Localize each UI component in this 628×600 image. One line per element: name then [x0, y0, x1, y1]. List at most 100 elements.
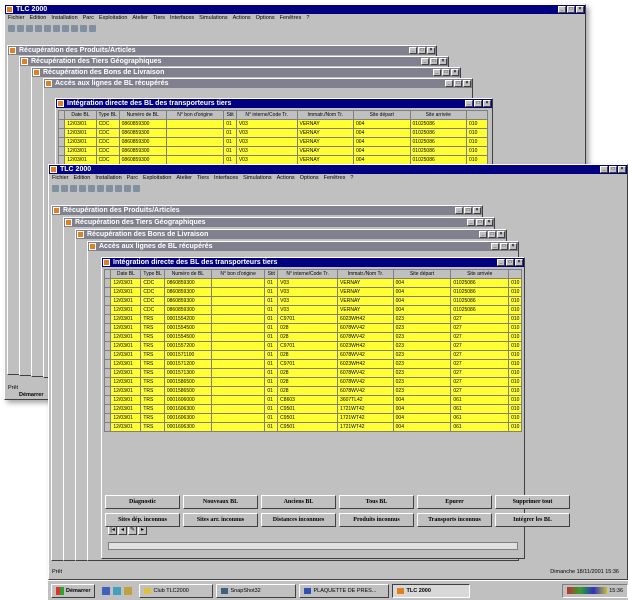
sites-dep-inconnus-button[interactable]: Sites dép. inconnus: [105, 513, 180, 527]
tool-icon[interactable]: [44, 24, 51, 32]
table-cell[interactable]: V03: [277, 287, 339, 297]
prev-record-button[interactable]: ◂: [118, 526, 127, 535]
menu-fichier[interactable]: Fichier: [8, 15, 25, 21]
table-cell[interactable]: 028: [277, 386, 339, 396]
table-cell[interactable]: 004: [392, 296, 452, 306]
table-cell[interactable]: 3607TL42: [337, 395, 394, 405]
table-cell[interactable]: 010: [508, 368, 522, 378]
table-cell[interactable]: TRS: [140, 386, 165, 396]
table-cell[interactable]: 010: [466, 146, 488, 156]
table-cell[interactable]: 0001554500: [163, 332, 212, 342]
tool-icon[interactable]: [115, 184, 122, 192]
menu-tiers[interactable]: Tiers: [197, 175, 209, 181]
table-cell[interactable]: 01: [264, 422, 279, 432]
table-row[interactable]: 12/03/01 CDC 0860859300 01 V03 VERNAY 004 01025…: [103, 305, 522, 315]
minimize-button[interactable]: _: [558, 6, 566, 13]
table-cell[interactable]: TRS: [140, 413, 165, 423]
maximize-button[interactable]: □: [609, 166, 617, 173]
nouveaux-bl-button[interactable]: Nouveaux BL: [183, 495, 258, 509]
tool-icon[interactable]: [133, 184, 140, 192]
table-cell[interactable]: 010: [508, 341, 522, 351]
col-type[interactable]: Type BL: [95, 110, 120, 120]
close-button[interactable]: ×: [618, 166, 626, 173]
table-cell[interactable]: 6023WH42: [337, 341, 394, 351]
table-cell[interactable]: C9501: [277, 413, 339, 423]
table-cell[interactable]: 010: [466, 128, 488, 138]
col-numero[interactable]: Numéro de BL: [118, 110, 167, 120]
table-cell[interactable]: [165, 128, 225, 138]
table-cell[interactable]: 023: [392, 350, 452, 360]
table-cell[interactable]: TRS: [140, 314, 165, 324]
table-cell[interactable]: 0860859300: [163, 278, 212, 288]
table-cell[interactable]: CDC: [95, 119, 120, 129]
col-numero[interactable]: Numéro de BL: [163, 269, 212, 279]
table-cell[interactable]: 010: [508, 296, 522, 306]
table-cell[interactable]: 0001606000: [163, 395, 212, 405]
table-cell[interactable]: 01: [264, 350, 279, 360]
table-cell[interactable]: 01: [223, 119, 237, 129]
table-cell[interactable]: 12/03/01: [110, 422, 142, 432]
table-cell[interactable]: 023: [392, 323, 452, 333]
table-cell[interactable]: 027: [450, 377, 510, 387]
maximize-button[interactable]: □: [567, 6, 575, 13]
menu-actions[interactable]: Actions: [233, 15, 251, 21]
table-cell[interactable]: 0001586500: [163, 386, 212, 396]
menu-atelier[interactable]: Atelier: [176, 175, 192, 181]
table-cell[interactable]: 12/03/01: [110, 359, 142, 369]
table-cell[interactable]: 061: [450, 413, 510, 423]
table-cell[interactable]: 6078WV42: [337, 332, 394, 342]
table-cell[interactable]: 6078WV42: [337, 368, 394, 378]
table-cell[interactable]: 010: [508, 422, 522, 432]
table-cell[interactable]: 010: [508, 386, 522, 396]
table-cell[interactable]: 0860859300: [163, 296, 212, 306]
tool-icon[interactable]: [124, 184, 131, 192]
table-cell[interactable]: 023: [392, 359, 452, 369]
table-cell[interactable]: 004: [392, 404, 452, 414]
quicklaunch-icon[interactable]: [113, 586, 122, 595]
tool-icon[interactable]: [80, 24, 87, 32]
table-row[interactable]: 12/03/01 CDC 0860859300 01 V03 VERNAY 004 01025…: [57, 128, 488, 138]
table-cell[interactable]: 01025086: [450, 305, 510, 315]
tool-icon[interactable]: [17, 24, 24, 32]
table-cell[interactable]: 027: [450, 386, 510, 396]
table-row[interactable]: 12/03/01 CDC 0860859300 01 V03 VERNAY 004 01025…: [103, 287, 522, 297]
table-cell[interactable]: 12/03/01: [110, 296, 142, 306]
table-cell[interactable]: 01025086: [409, 137, 468, 147]
sites-arr-inconnus-button[interactable]: Sites arr. inconnus: [183, 513, 258, 527]
table-cell[interactable]: 12/03/01: [110, 413, 142, 423]
table-cell[interactable]: CDC: [140, 287, 165, 297]
diagnostic-button[interactable]: Diagnostic: [105, 495, 180, 509]
table-cell[interactable]: [210, 350, 266, 360]
col-interne[interactable]: N° interne/Code Tr.: [277, 269, 339, 279]
table-cell[interactable]: [210, 332, 266, 342]
table-cell[interactable]: 027: [450, 323, 510, 333]
table-row[interactable]: 12/03/01 CDC 0860859300 01 V03 VERNAY 004 01025…: [57, 119, 488, 129]
table-cell[interactable]: VERNAY: [296, 137, 355, 147]
table-cell[interactable]: 010: [466, 137, 488, 147]
table-cell[interactable]: V03: [277, 278, 339, 288]
table-cell[interactable]: 12/03/01: [110, 278, 142, 288]
table-cell[interactable]: 0860859300: [118, 146, 167, 156]
table-cell[interactable]: 12/03/01: [110, 386, 142, 396]
col-arrivee[interactable]: Site arrivée: [409, 110, 468, 120]
table-cell[interactable]: 6078WV42: [337, 377, 394, 387]
table-cell[interactable]: 027: [450, 350, 510, 360]
menu-options[interactable]: Options: [300, 175, 319, 181]
table-row[interactable]: 12/03/01 TRS 0001606300 01 C9501 1721WT42 004 0…: [103, 404, 522, 414]
table-cell[interactable]: V03: [235, 137, 298, 147]
col-origine[interactable]: N° bon d'origine: [210, 269, 266, 279]
table-cell[interactable]: 010: [508, 332, 522, 342]
table-cell[interactable]: VERNAY: [296, 128, 355, 138]
table-cell[interactable]: 027: [450, 314, 510, 324]
next-record-button[interactable]: ▸: [138, 526, 147, 535]
table-row[interactable]: 12/03/01 TRS 0001557200 01 C9701 6023WH42 023 0…: [103, 341, 522, 351]
table-cell[interactable]: 12/03/01: [64, 119, 97, 129]
table-cell[interactable]: V03: [235, 119, 298, 129]
table-cell[interactable]: 010: [508, 395, 522, 405]
table-cell[interactable]: 023: [392, 314, 452, 324]
table-cell[interactable]: 010: [508, 305, 522, 315]
table-cell[interactable]: [210, 323, 266, 333]
table-cell[interactable]: 01: [264, 323, 279, 333]
table-cell[interactable]: TRS: [140, 422, 165, 432]
tous-bl-button[interactable]: Tous BL: [339, 495, 414, 509]
